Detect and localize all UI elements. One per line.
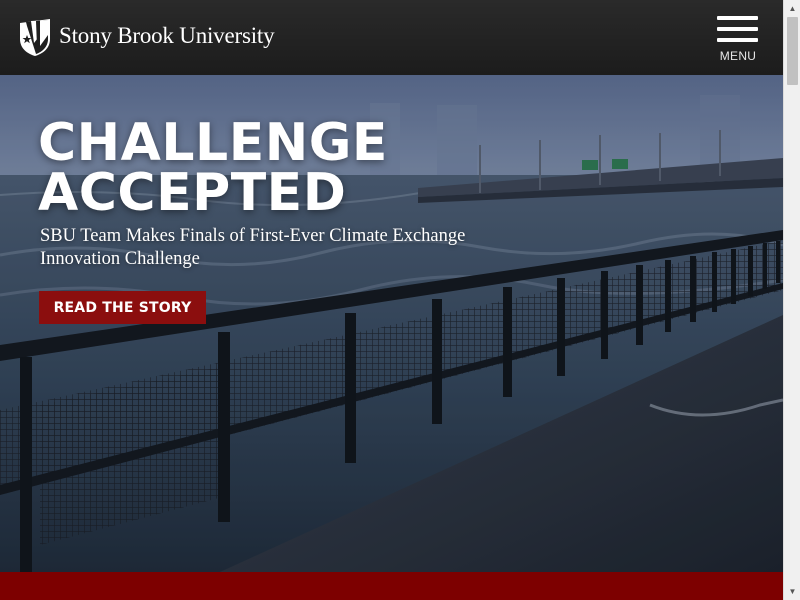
hero-headline-line1: CHALLENGE (38, 113, 388, 173)
menu-button[interactable]: MENU (716, 16, 760, 64)
hero-subheadline: SBU Team Makes Finals of First-Ever Clim… (40, 226, 466, 269)
scroll-thumb[interactable] (787, 17, 798, 85)
university-shield-logo[interactable] (18, 17, 52, 57)
next-section-band (0, 572, 783, 600)
hamburger-menu-icon (717, 27, 758, 31)
hamburger-menu-icon (717, 38, 758, 42)
hero-headline: CHALLENGE ACCEPTED (38, 113, 388, 223)
scroll-down-arrow[interactable]: ▼ (784, 583, 800, 600)
hero-banner: CHALLENGE ACCEPTED SBU Team Makes Finals… (0, 75, 783, 572)
hero-headline-line2: ACCEPTED (38, 163, 347, 223)
brand-name[interactable]: Stony Brook University (59, 23, 275, 49)
read-the-story-button[interactable]: READ THE STORY (39, 291, 206, 324)
page-scrollbar[interactable]: ▲ ▼ (783, 0, 800, 600)
scroll-up-arrow[interactable]: ▲ (784, 0, 800, 17)
site-header: Stony Brook University MENU (0, 0, 783, 75)
menu-label: MENU (719, 49, 757, 63)
hamburger-menu-icon (717, 16, 758, 20)
